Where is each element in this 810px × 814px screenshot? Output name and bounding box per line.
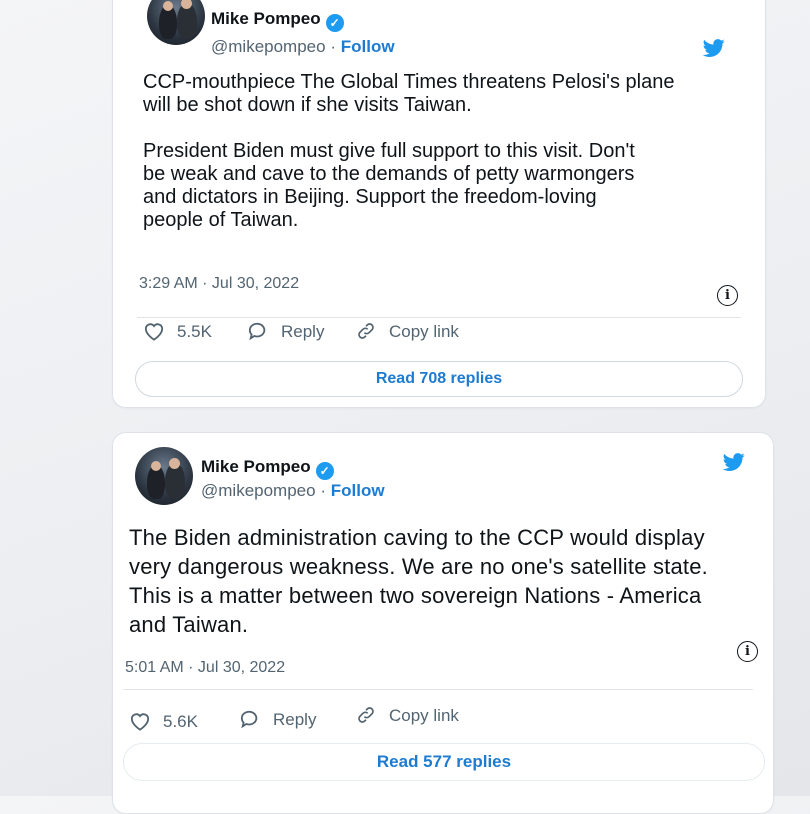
copy-link-label: Copy link [389,322,459,341]
author-handle[interactable]: @mikepompeo [201,481,316,500]
separator: · [330,37,336,56]
info-icon[interactable]: i [737,641,758,662]
author-name-text[interactable]: Mike Pompeo [201,457,311,476]
reply-bubble-icon [240,710,258,729]
divider [137,317,741,318]
reply-button[interactable]: Reply [247,321,324,342]
separator: · [320,481,326,500]
divider [123,689,753,690]
handle-row: @mikepompeo · Follow [211,37,395,57]
link-icon [358,323,374,339]
author-name[interactable]: Mike Pompeo ✓ [201,457,334,480]
copy-link-label: Copy link [389,706,459,725]
reply-label: Reply [273,710,317,729]
tweet-text: CCP-mouthpiece The Global Times threaten… [143,71,675,231]
link-icon [358,707,374,723]
twitter-bird-icon[interactable] [721,451,747,473]
verified-badge-icon: ✓ [315,462,334,480]
verified-badge-icon: ✓ [325,14,344,32]
like-count: 5.6K [163,712,198,731]
read-replies-button[interactable]: Read 577 replies [123,743,765,781]
reply-button[interactable]: Reply [239,709,316,730]
avatar[interactable] [147,0,205,45]
read-replies-button[interactable]: Read 708 replies [135,361,743,397]
tweet-card: Mike Pompeo ✓ @mikepompeo · Follow The Bi… [112,432,774,814]
follow-button[interactable]: Follow [341,37,395,56]
timestamp[interactable]: 5:01 AM · Jul 30, 2022 [125,659,285,677]
copy-link-button[interactable]: Copy link [355,321,459,342]
avatar[interactable] [135,447,193,505]
twitter-bird-icon[interactable] [701,37,727,59]
author-name-text[interactable]: Mike Pompeo [211,9,321,28]
like-button[interactable]: 5.6K [129,711,198,732]
tweet-text: The Biden administration caving to the C… [129,525,708,637]
author-handle[interactable]: @mikepompeo [211,37,326,56]
timestamp[interactable]: 3:29 AM · Jul 30, 2022 [139,275,299,293]
reply-bubble-icon [248,322,266,341]
follow-button[interactable]: Follow [331,481,385,500]
copy-link-button[interactable]: Copy link [355,705,459,726]
tweet-card: Mike Pompeo ✓ @mikepompeo · Follow CCP-mo… [112,0,766,408]
handle-row: @mikepompeo · Follow [201,481,385,501]
author-name[interactable]: Mike Pompeo ✓ [211,9,344,32]
info-icon[interactable]: i [717,285,738,306]
reply-label: Reply [281,322,325,341]
heart-icon [144,323,164,341]
like-count: 5.5K [177,322,212,341]
like-button[interactable]: 5.5K [143,321,212,342]
heart-icon [130,713,150,731]
